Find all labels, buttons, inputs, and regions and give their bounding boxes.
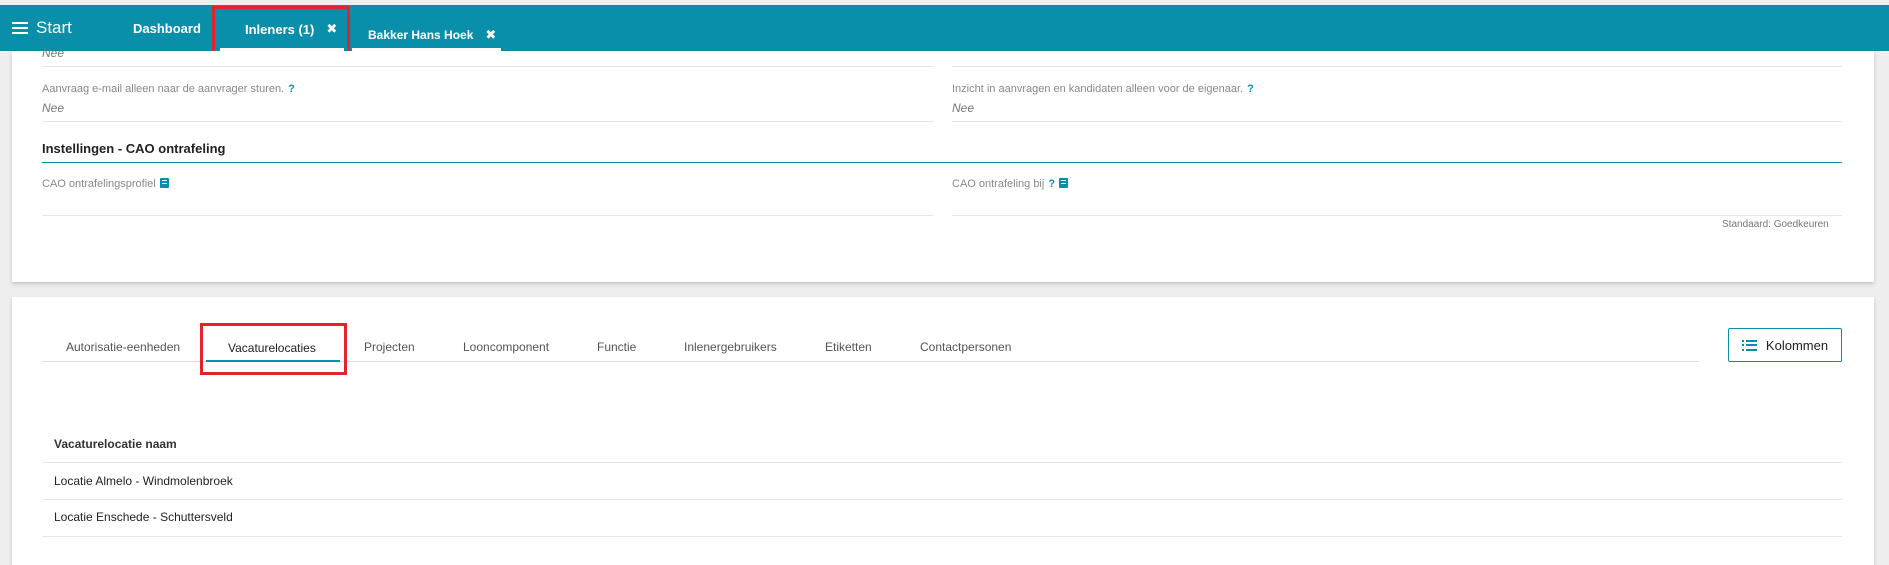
partial-field-value: Nee	[42, 46, 65, 60]
table-row[interactable]: Locatie Almelo - Windmolenbroek	[54, 474, 233, 488]
book-icon[interactable]	[1059, 178, 1069, 188]
section-underline	[42, 162, 1842, 163]
book-icon[interactable]	[159, 178, 169, 188]
table-row-divider	[42, 536, 1842, 537]
column-header-vacaturelocatie-naam[interactable]: Vacaturelocatie naam	[54, 437, 177, 451]
table-row[interactable]: Locatie Enschede - Schuttersveld	[54, 510, 233, 524]
section-title-cao: Instellingen - CAO ontrafeling	[42, 141, 226, 156]
help-icon[interactable]: ?	[1247, 83, 1254, 95]
start-label: Start	[36, 18, 72, 37]
kolommen-label: Kolommen	[1765, 337, 1829, 353]
divider	[42, 121, 933, 122]
field-label-cao-profiel: CAO ontrafelingsprofiel	[42, 178, 169, 190]
help-icon[interactable]: ?	[288, 83, 295, 95]
hamburger-menu-icon	[12, 21, 28, 35]
field-label-aanvraag-email: Aanvraag e-mail alleen naar de aanvrager…	[42, 83, 295, 95]
field-label-text: CAO ontrafeling bij	[952, 178, 1045, 190]
field-label-cao-bij: CAO ontrafeling bij?	[952, 178, 1069, 190]
tab-autorisatie-eenheden[interactable]: Autorisatie-eenheden	[66, 340, 180, 354]
tab-bakker-label: Bakker Hans Hoek	[368, 28, 474, 42]
table-row-divider	[42, 462, 1842, 463]
tab-looncomponent[interactable]: Looncomponent	[463, 340, 549, 354]
divider	[952, 215, 1842, 216]
close-icon[interactable]: ✖	[485, 27, 496, 43]
list-icon	[1741, 339, 1757, 351]
tab-contactpersonen[interactable]: Contactpersonen	[920, 340, 1011, 354]
tab-dashboard[interactable]: Dashboard	[133, 21, 201, 36]
highlight-box-vacaturelocaties-tab	[200, 323, 347, 375]
field-label-inzicht: Inzicht in aanvragen en kandidaten allee…	[952, 83, 1254, 95]
tab-projecten[interactable]: Projecten	[364, 340, 415, 354]
divider	[952, 66, 1842, 67]
divider	[42, 66, 933, 67]
standaard-note: Standaard: Goedkeuren	[1722, 219, 1829, 230]
divider	[42, 215, 933, 216]
table-row-divider	[42, 499, 1842, 500]
divider	[952, 121, 1842, 122]
tab-bakker-hans-hoek[interactable]: Bakker Hans Hoek ✖	[368, 27, 496, 43]
tab-inlenergebruikers[interactable]: Inlenergebruikers	[684, 340, 777, 354]
start-menu-button[interactable]: Start	[12, 17, 72, 39]
field-label-text: Aanvraag e-mail alleen naar de aanvrager…	[42, 83, 285, 95]
field-value-inzicht: Nee	[952, 101, 975, 115]
field-value-aanvraag-email: Nee	[42, 101, 65, 115]
help-icon[interactable]: ?	[1048, 178, 1055, 190]
tab-etiketten[interactable]: Etiketten	[825, 340, 872, 354]
field-label-text: Inzicht in aanvragen en kandidaten allee…	[952, 83, 1244, 95]
tab-dashboard-label: Dashboard	[133, 21, 201, 36]
field-label-text: CAO ontrafelingsprofiel	[42, 178, 156, 190]
kolommen-button[interactable]: Kolommen	[1728, 328, 1842, 362]
tab-functie[interactable]: Functie	[597, 340, 636, 354]
